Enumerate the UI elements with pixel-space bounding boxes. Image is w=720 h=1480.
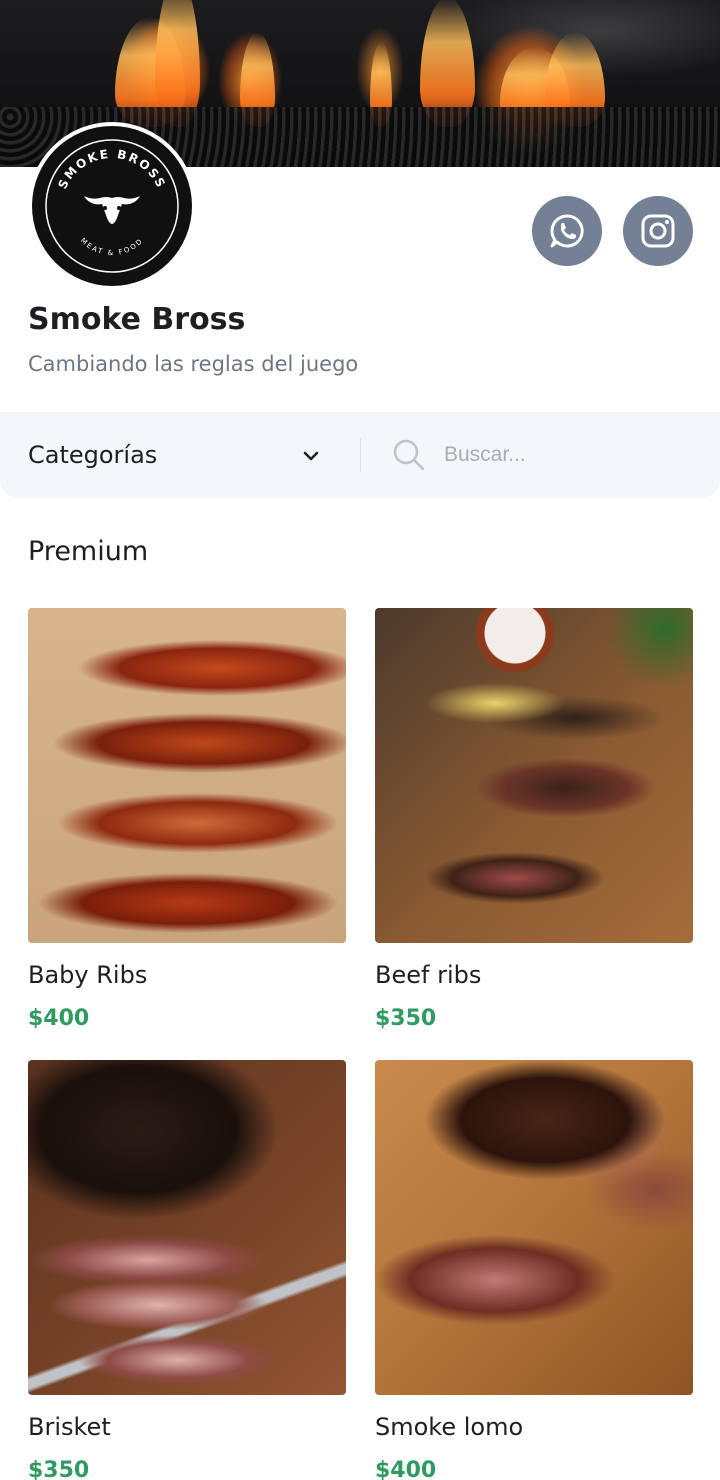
product-price: $400 (28, 1006, 90, 1031)
logo-text-bottom: MEAT & FOOD (79, 237, 143, 258)
section-title: Premium (28, 536, 149, 567)
product-image[interactable] (28, 1060, 346, 1395)
product-image[interactable] (28, 608, 346, 943)
category-dropdown[interactable]: Categorías (28, 412, 328, 498)
logo-emblem: SMOKE BROSS MEAT & FOOD (45, 139, 179, 273)
product-price: $400 (375, 1458, 437, 1480)
product-card[interactable]: Smoke lomo $400 (375, 1060, 693, 1480)
category-dropdown-label: Categorías (28, 441, 158, 469)
search-input[interactable] (444, 435, 694, 475)
store-tagline: Cambiando las reglas del juego (28, 352, 359, 376)
store-name: Smoke Bross (28, 302, 246, 337)
product-name: Smoke lomo (375, 1413, 524, 1441)
product-image[interactable] (375, 1060, 693, 1395)
whatsapp-button[interactable] (532, 196, 602, 266)
product-name: Baby Ribs (28, 961, 148, 989)
product-name: Beef ribs (375, 961, 482, 989)
product-card[interactable]: Beef ribs $350 (375, 608, 693, 1031)
product-card[interactable]: Brisket $350 (28, 1060, 346, 1480)
product-price: $350 (28, 1458, 90, 1480)
product-card[interactable]: Baby Ribs $400 (28, 608, 346, 1031)
svg-text:MEAT & FOOD: MEAT & FOOD (79, 237, 145, 258)
whatsapp-icon (550, 214, 584, 248)
product-price: $350 (375, 1006, 437, 1031)
chevron-down-icon (303, 451, 319, 461)
filter-divider (360, 438, 361, 472)
product-image[interactable] (375, 608, 693, 943)
instagram-icon (641, 214, 675, 248)
instagram-button[interactable] (623, 196, 693, 266)
product-name: Brisket (28, 1413, 111, 1441)
store-logo: SMOKE BROSS MEAT & FOOD (28, 122, 196, 290)
search-icon (393, 439, 425, 471)
